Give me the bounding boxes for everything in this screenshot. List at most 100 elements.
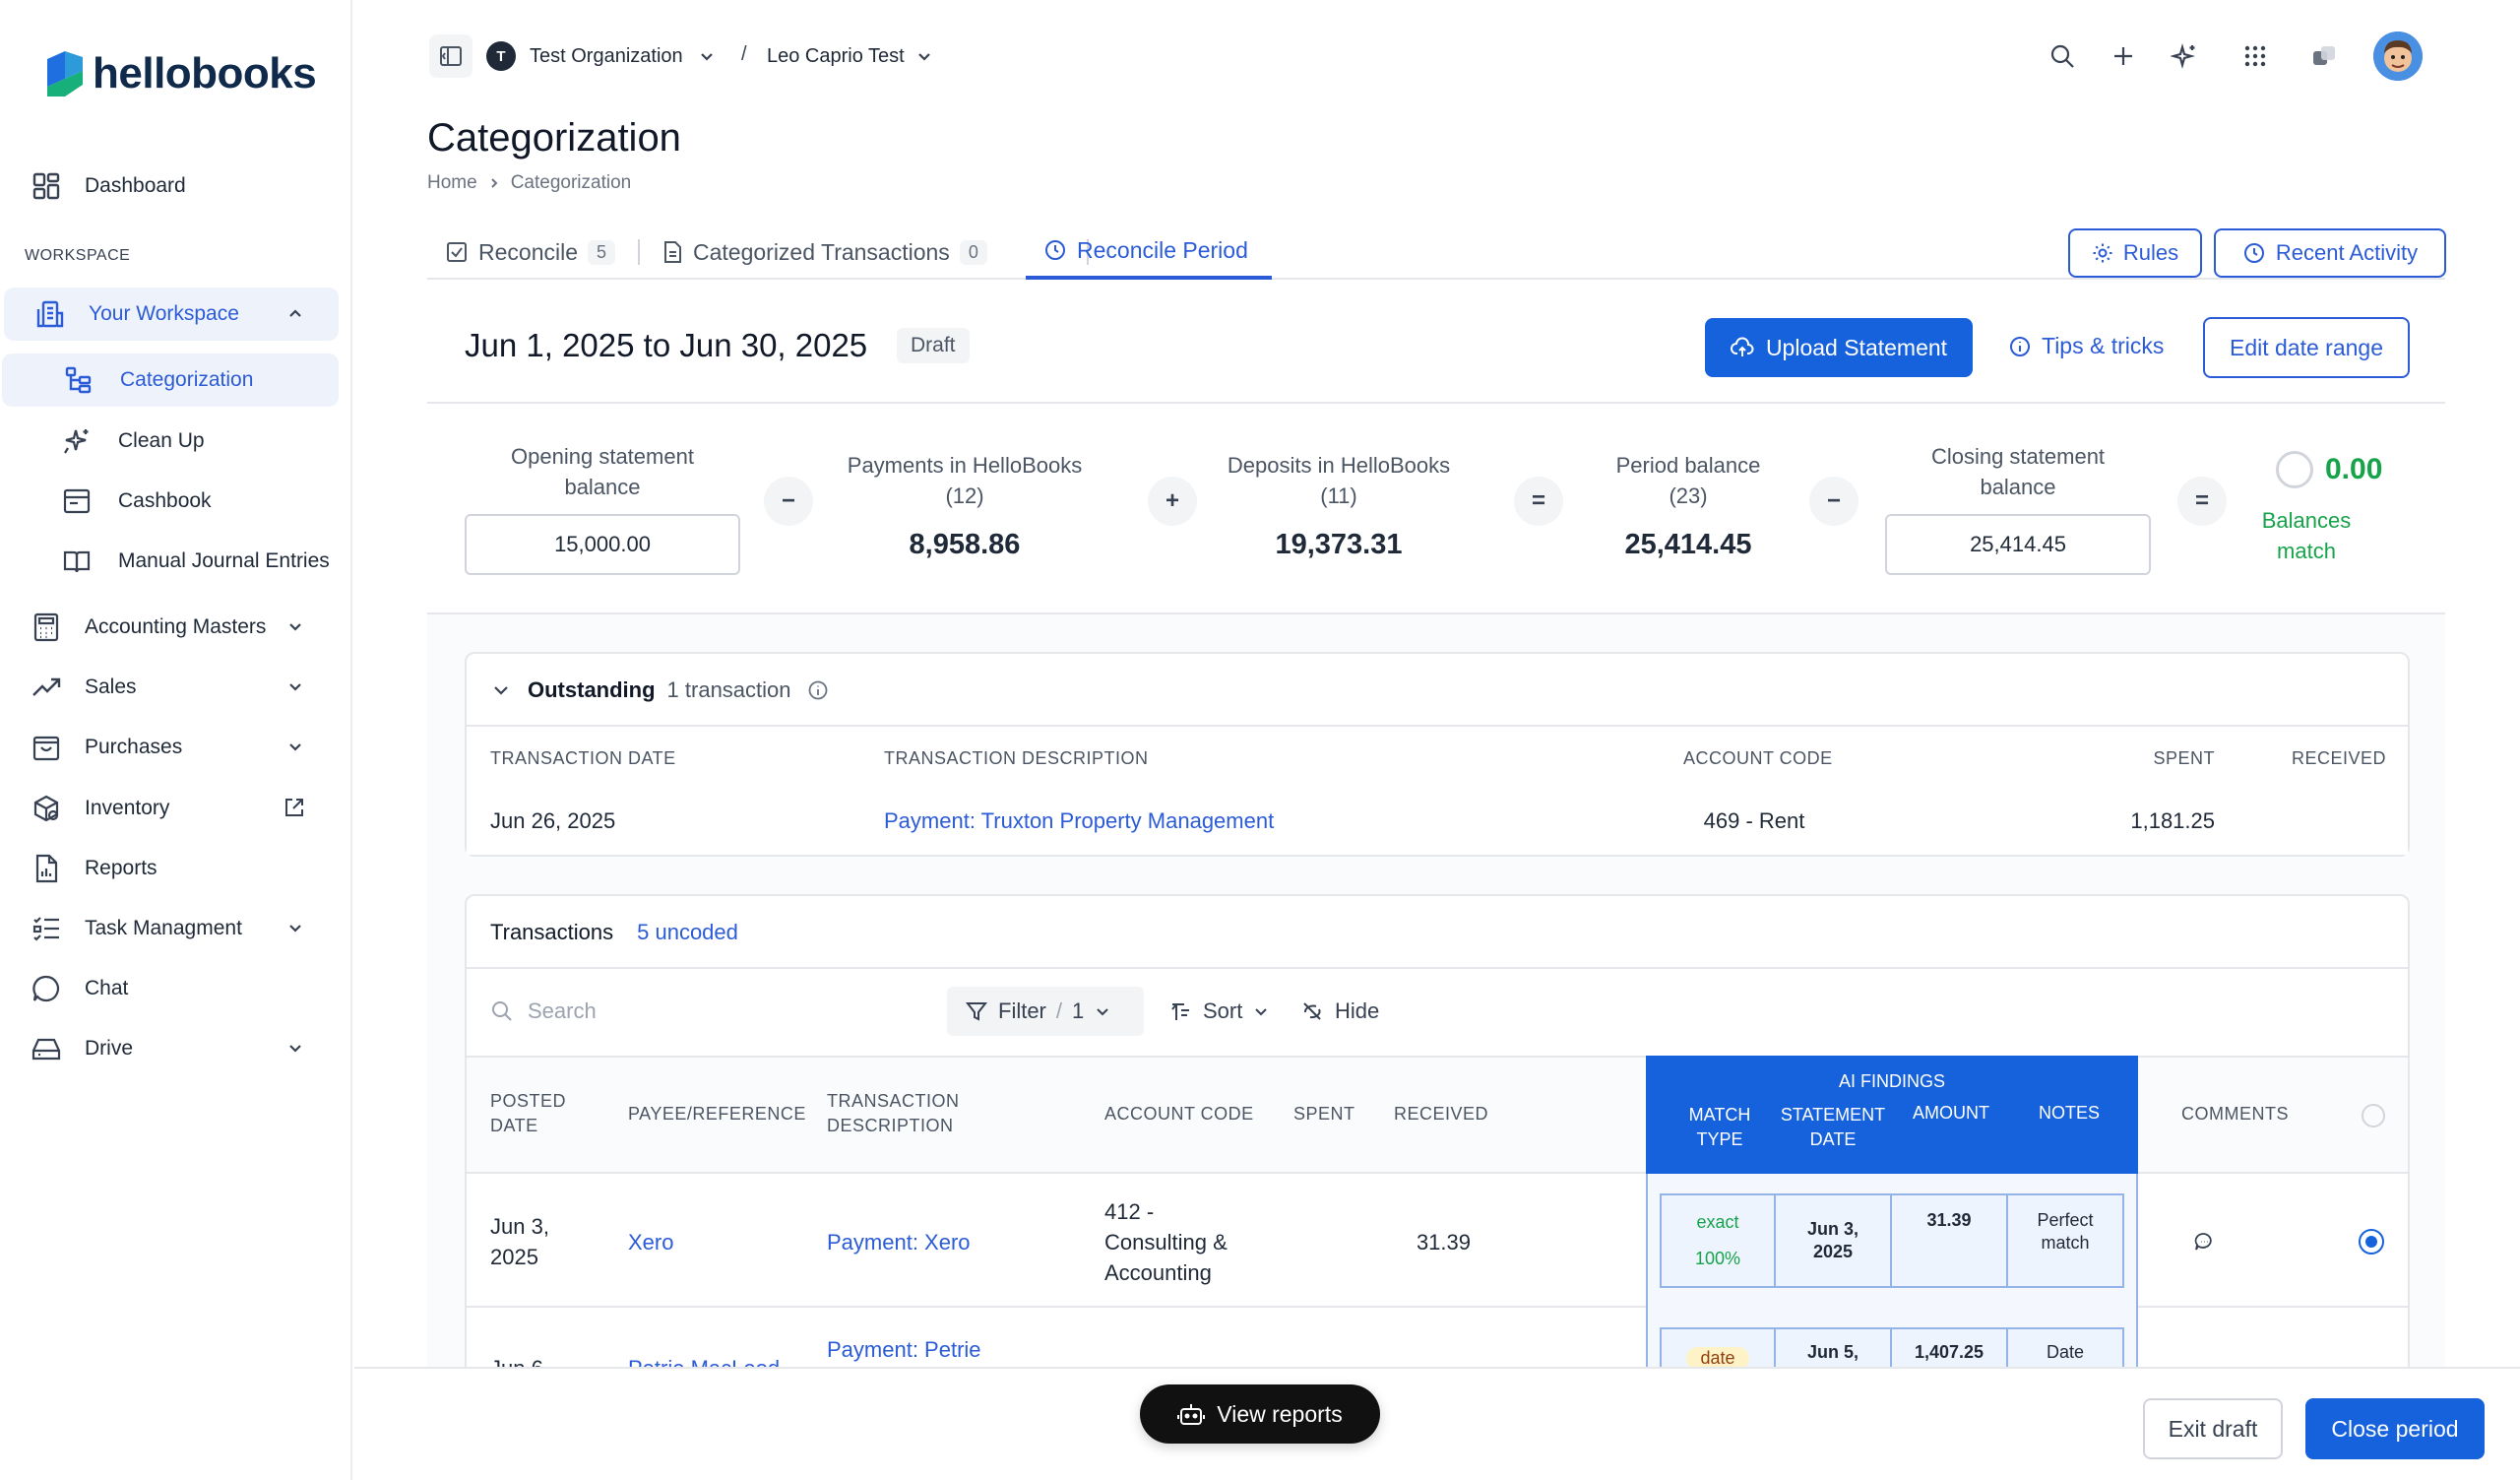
label-line: Balances [2261,508,2352,533]
breadcrumb-home[interactable]: Home [427,172,477,194]
column-header-statement-date: STATEMENT DATE [1774,1103,1892,1152]
period-range-title: Jun 1, 2025 to Jun 30, 2025 [465,327,868,363]
org-switcher[interactable]: T Test Organization [486,41,717,71]
opening-balance-label: Opening statement balance [465,441,740,502]
header-line: STATEMENT [1780,1105,1886,1125]
chevron-up-icon[interactable] [285,303,305,323]
closing-balance-input[interactable]: 25,414.45 [1885,514,2151,575]
sidebar-item-inventory[interactable]: Inventory [0,782,339,835]
sidebar-item-drive[interactable]: Drive [0,1022,339,1075]
opening-balance-input[interactable]: 15,000.00 [465,514,740,575]
search-box[interactable]: Search [490,998,923,1024]
view-reports-button[interactable]: View reports [1140,1384,1380,1444]
ai-assistant-button[interactable] [2163,34,2206,78]
add-button[interactable] [2102,34,2145,78]
chevron-down-icon[interactable] [285,1038,305,1058]
label-line: Closing statement [1930,444,2106,469]
sidebar-item-dashboard[interactable]: Dashboard [0,160,339,213]
workspace-icon [33,297,67,331]
toggle-sidebar-button[interactable] [429,34,472,78]
tab-reconcile-period[interactable]: Reconcile Period [1026,225,1272,280]
exit-draft-button[interactable]: Exit draft [2143,1398,2283,1459]
filter-button[interactable]: Filter / 1 [947,987,1144,1036]
hide-button[interactable]: Hide [1301,998,1379,1024]
apps-grid-button[interactable] [2234,34,2277,78]
uncoded-count-link[interactable]: 5 uncoded [637,920,738,945]
recent-activity-button[interactable]: Recent Activity [2214,228,2446,278]
sidebar-item-label: Accounting Masters [85,615,267,638]
equals-operator: = [1514,477,1563,526]
sort-button[interactable]: Sort [1169,998,1270,1024]
chat-bubble-icon [30,972,63,1005]
sidebar-item-chat[interactable]: Chat [0,962,339,1015]
sidebar-item-cashbook[interactable]: Cashbook [0,475,339,528]
filter-icon [965,1002,988,1021]
app-logo[interactable]: hellobooks [43,49,317,98]
row-select-radio[interactable] [2359,1229,2384,1255]
upload-statement-button[interactable]: Upload Statement [1705,318,1973,377]
sidebar-item-reports[interactable]: Reports [0,842,339,895]
column-header-account-code: ACCOUNT CODE [1104,1104,1254,1124]
outstanding-header[interactable]: Outstanding 1 transaction [490,677,829,703]
sidebar-item-your-workspace[interactable]: Your Workspace [4,288,339,341]
select-all-radio[interactable] [2362,1104,2385,1127]
checkbox-icon [447,242,467,262]
close-period-button[interactable]: Close period [2305,1398,2485,1459]
chevron-down-icon[interactable] [285,737,305,756]
search-input[interactable]: Search [528,998,597,1024]
divider [467,967,2408,969]
column-header-posted-date: POSTED DATE [490,1089,566,1138]
avatar-face-icon [2373,32,2423,81]
tab-reconcile[interactable]: Reconcile 5 [445,225,616,280]
rules-label: Rules [2122,240,2179,265]
footer-action-bar: Exit draft Close period [354,1367,2520,1480]
column-header-payee: PAYEE/REFERENCE [628,1104,806,1124]
column-header: RECEIVED [2291,748,2386,768]
document-icon [664,241,681,263]
ai-findings-header: AI FINDINGS MATCH TYPE STATEMENT DATE AM… [1646,1056,2138,1174]
chevron-down-icon[interactable] [285,616,305,636]
text-line: Perfect [2037,1210,2094,1230]
account-code[interactable]: 412 - Consulting & Accounting [1104,1196,1228,1288]
chevron-down-icon [917,53,930,61]
hard-drive-icon [30,1032,63,1065]
external-link-icon[interactable] [284,797,305,818]
description-link[interactable]: Payment: Petrie [827,1334,981,1365]
edit-date-range-button[interactable]: Edit date range [2203,317,2410,378]
bot-icon [1177,1404,1206,1425]
comment-button[interactable] [2193,1231,2215,1253]
deposits-value: 19,373.31 [1275,529,1403,560]
sidebar-item-task-managment[interactable]: Task Managment [0,902,339,955]
categorization-icon [63,364,94,396]
sidebar-item-sales[interactable]: Sales [0,661,339,714]
tab-categorized-transactions[interactable]: Categorized Transactions 0 [662,225,987,280]
package-icon [30,792,63,825]
sidebar-item-categorization[interactable]: Categorization [2,354,339,407]
label-line: (12) [945,483,984,508]
sidebar-item-purchases[interactable]: Purchases [0,721,339,774]
sidebar-item-label: Reports [85,857,158,879]
sparkle-icon [61,425,93,457]
chevron-down-icon[interactable] [285,676,305,696]
user-avatar[interactable] [2373,32,2423,81]
match-type-label: exact [1696,1212,1739,1232]
label-line: Period balance [1615,453,1761,478]
sidebar-item-manual-journal-entries[interactable]: Manual Journal Entries [0,535,339,588]
search-button[interactable] [2041,34,2084,78]
payee-link[interactable]: Xero [628,1227,673,1257]
table-row[interactable]: Jun 26, 2025 Payment: Truxton Property M… [467,786,2408,855]
main-content: T Test Organization / Leo Caprio Test Ca… [354,0,2520,1480]
filter-separator: / [1055,998,1063,1023]
tips-link[interactable]: Tips & tricks [2008,333,2164,359]
sidebar-item-clean-up[interactable]: Clean Up [0,415,339,468]
user-switcher[interactable]: Leo Caprio Test [767,41,934,71]
chevron-down-icon[interactable] [285,918,305,937]
deposits-label: Deposits in HelloBooks (11) [1211,450,1467,511]
rules-button[interactable]: Rules [2068,228,2202,278]
transaction-description-link[interactable]: Payment: Truxton Property Management [884,805,1274,836]
integration-button[interactable] [2302,34,2346,78]
period-balance-label: Period balance (23) [1590,450,1787,511]
info-icon [808,680,827,700]
sidebar-item-accounting-masters[interactable]: Accounting Masters [0,601,339,654]
description-link[interactable]: Payment: Xero [827,1227,971,1257]
